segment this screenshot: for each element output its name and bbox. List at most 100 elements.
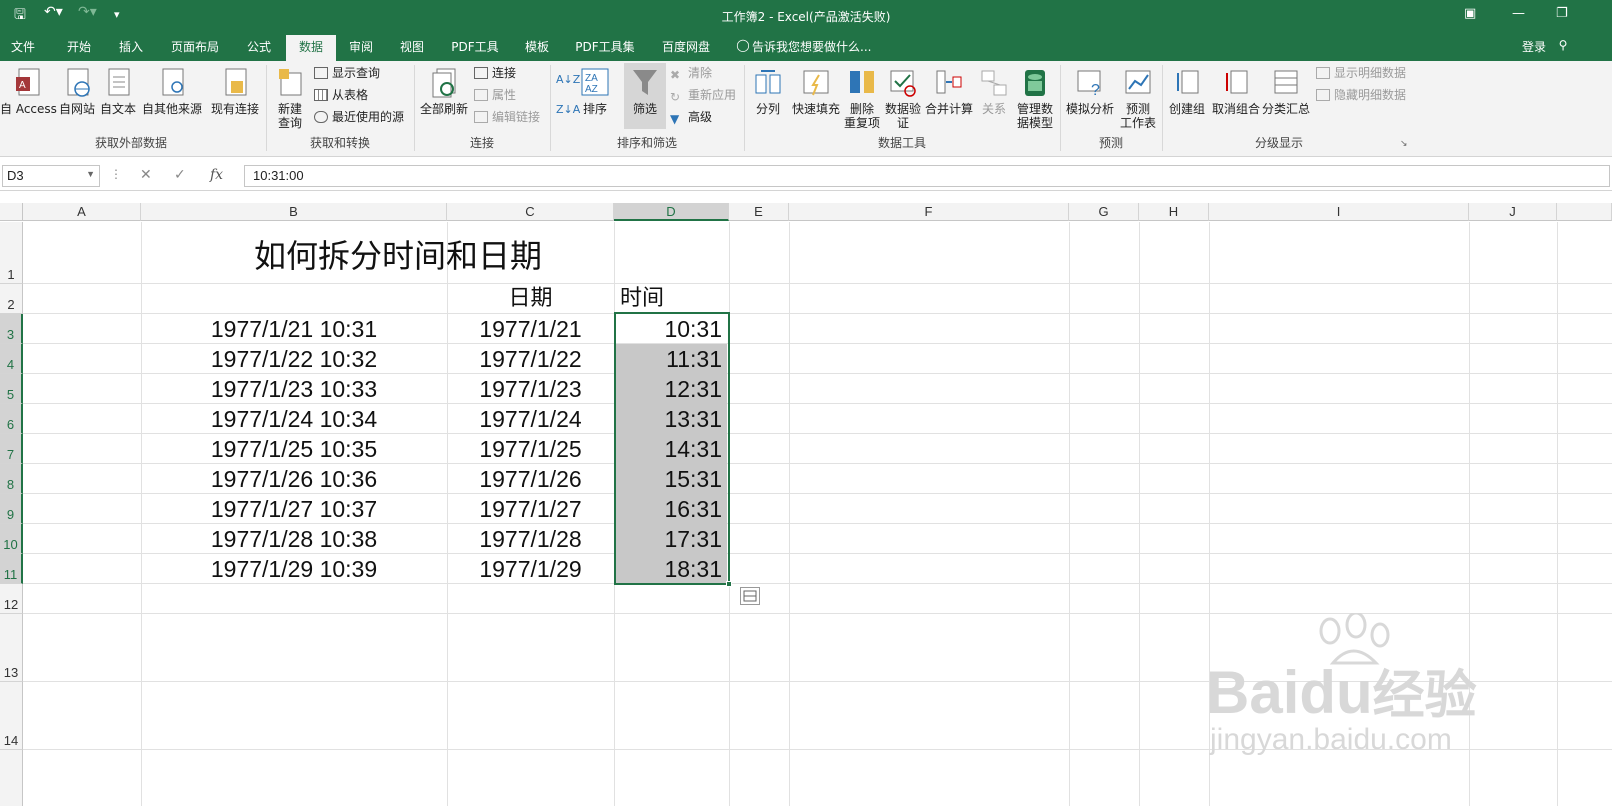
ribbon-display-icon[interactable]: ▣ [1464, 6, 1476, 21]
tab-review[interactable]: 审阅 [348, 38, 374, 55]
formula-input[interactable]: 10:31:00 [244, 165, 1610, 187]
row-header-10[interactable]: 10 [0, 524, 23, 554]
col-header-a[interactable]: A [23, 203, 141, 221]
cancel-icon[interactable]: ✕ [140, 167, 152, 183]
from-text-button[interactable]: 自文本 [98, 67, 138, 116]
tab-insert[interactable]: 插入 [118, 38, 144, 55]
sheet-title[interactable]: 如何拆分时间和日期 [254, 231, 542, 277]
new-query-button[interactable]: 新建 查询 [270, 67, 310, 130]
datetime-cell[interactable]: 1977/1/23 10:33 [141, 374, 447, 404]
row-header-12[interactable]: 12 [0, 584, 23, 614]
recent-sources-button[interactable]: 最近使用的源 [314, 108, 404, 126]
group-button[interactable]: 创建组 [1166, 67, 1208, 116]
col-header-h[interactable]: H [1139, 203, 1209, 221]
row-header-4[interactable]: 4 [0, 344, 23, 374]
tab-pdf-tools[interactable]: PDF工具 [451, 38, 499, 55]
date-cell[interactable]: 1977/1/26 [447, 464, 614, 494]
tab-home[interactable]: 开始 [66, 38, 92, 55]
sort-button[interactable]: ZA AZ 排序 [580, 67, 610, 116]
row-header-13[interactable]: 13 [0, 614, 23, 682]
text-to-columns-button[interactable]: 分列 [750, 67, 786, 116]
filter-button[interactable]: 筛选 [624, 63, 666, 129]
date-cell[interactable]: 1977/1/24 [447, 404, 614, 434]
datetime-cell[interactable]: 1977/1/25 10:35 [141, 434, 447, 464]
ungroup-button[interactable]: 取消组合 [1210, 67, 1262, 116]
from-other-sources-button[interactable]: 自其他来源 [140, 67, 204, 116]
row-header-8[interactable]: 8 [0, 464, 23, 494]
reapply-button[interactable]: ↻ 重新应用 [670, 86, 736, 104]
show-queries-button[interactable]: 显示查询 [314, 64, 380, 82]
datetime-cell[interactable]: 1977/1/24 10:34 [141, 404, 447, 434]
tab-baidu-netdisk[interactable]: 百度网盘 [661, 38, 711, 55]
from-table-button[interactable]: 从表格 [314, 86, 368, 104]
row-header-15[interactable] [0, 750, 23, 806]
select-all-corner[interactable] [0, 203, 23, 221]
col-header-d[interactable]: D [614, 203, 729, 221]
tab-formulas[interactable]: 公式 [246, 38, 272, 55]
hide-detail-button[interactable]: 隐藏明细数据 [1316, 86, 1406, 104]
col-header-e[interactable]: E [729, 203, 789, 221]
quick-analysis-icon[interactable] [740, 587, 760, 605]
header-date[interactable]: 日期 [447, 284, 614, 314]
existing-connections-button[interactable]: 现有连接 [210, 67, 260, 116]
datetime-cell[interactable]: 1977/1/26 10:36 [141, 464, 447, 494]
row-header-5[interactable]: 5 [0, 374, 23, 404]
clear-filter-button[interactable]: ✖ 清除 [670, 64, 712, 82]
tab-data[interactable]: 数据 [286, 35, 336, 61]
relationships-button[interactable]: 关系 [976, 67, 1012, 116]
enter-icon[interactable]: ✓ [174, 167, 186, 183]
insert-function-icon[interactable]: fx [210, 167, 223, 183]
manage-data-model-button[interactable]: 管理数 据模型 [1014, 67, 1056, 130]
date-cell[interactable]: 1977/1/27 [447, 494, 614, 524]
from-web-button[interactable]: 自网站 [58, 67, 96, 116]
row-header-3[interactable]: 3 [0, 314, 23, 344]
edit-links-button[interactable]: 编辑链接 [474, 108, 540, 126]
row-header-6[interactable]: 6 [0, 404, 23, 434]
advanced-filter-button[interactable]: ▼ 高级 [670, 108, 712, 126]
show-detail-button[interactable]: 显示明细数据 [1316, 64, 1406, 82]
tab-file[interactable]: 文件 [10, 38, 36, 55]
row-header-7[interactable]: 7 [0, 434, 23, 464]
date-cell[interactable]: 1977/1/25 [447, 434, 614, 464]
refresh-all-button[interactable]: 全部刷新 [418, 67, 470, 116]
connections-button[interactable]: 连接 [474, 64, 516, 82]
name-box[interactable]: D3 ▼ [2, 165, 100, 187]
sort-az-icon[interactable]: A↓Z [556, 71, 580, 89]
header-time[interactable]: 时间 [620, 284, 725, 314]
row-header-9[interactable]: 9 [0, 494, 23, 524]
col-header-f[interactable]: F [789, 203, 1069, 221]
what-if-analysis-button[interactable]: ? 模拟分析 [1064, 67, 1116, 116]
date-cell[interactable]: 1977/1/22 [447, 344, 614, 374]
from-access-button[interactable]: A 自 Access [0, 67, 57, 116]
sort-za-icon[interactable]: Z↓A [556, 101, 580, 119]
col-header-i[interactable]: I [1209, 203, 1469, 221]
share-icon[interactable]: ⚲ [1556, 38, 1570, 52]
datetime-cell[interactable]: 1977/1/29 10:39 [141, 554, 447, 584]
row-header-14[interactable]: 14 [0, 682, 23, 750]
remove-duplicates-button[interactable]: 删除 重复项 [842, 67, 882, 130]
date-cell[interactable]: 1977/1/21 [447, 314, 614, 344]
datetime-cell[interactable]: 1977/1/27 10:37 [141, 494, 447, 524]
col-header-k[interactable] [1557, 203, 1612, 221]
date-cell[interactable]: 1977/1/28 [447, 524, 614, 554]
row-header-1[interactable]: 1 [0, 222, 23, 284]
fill-handle[interactable] [726, 581, 732, 587]
consolidate-button[interactable]: 合并计算 [924, 67, 974, 116]
data-validation-button[interactable]: 数据验 证 [884, 67, 922, 130]
col-header-b[interactable]: B [141, 203, 447, 221]
properties-button[interactable]: 属性 [474, 86, 516, 104]
tab-page-layout[interactable]: 页面布局 [170, 38, 220, 55]
date-cell[interactable]: 1977/1/29 [447, 554, 614, 584]
row-header-11[interactable]: 11 [0, 554, 23, 584]
tab-view[interactable]: 视图 [399, 38, 425, 55]
subtotal-button[interactable]: 分类汇总 [1260, 67, 1312, 116]
datetime-cell[interactable]: 1977/1/28 10:38 [141, 524, 447, 554]
col-header-g[interactable]: G [1069, 203, 1139, 221]
tab-pdf-toolset[interactable]: PDF工具集 [575, 38, 635, 55]
col-header-j[interactable]: J [1469, 203, 1557, 221]
flash-fill-button[interactable]: 快速填充 [790, 67, 842, 116]
date-cell[interactable]: 1977/1/23 [447, 374, 614, 404]
row-header-2[interactable]: 2 [0, 284, 23, 314]
forecast-sheet-button[interactable]: 预测 工作表 [1118, 67, 1158, 130]
datetime-cell[interactable]: 1977/1/21 10:31 [141, 314, 447, 344]
